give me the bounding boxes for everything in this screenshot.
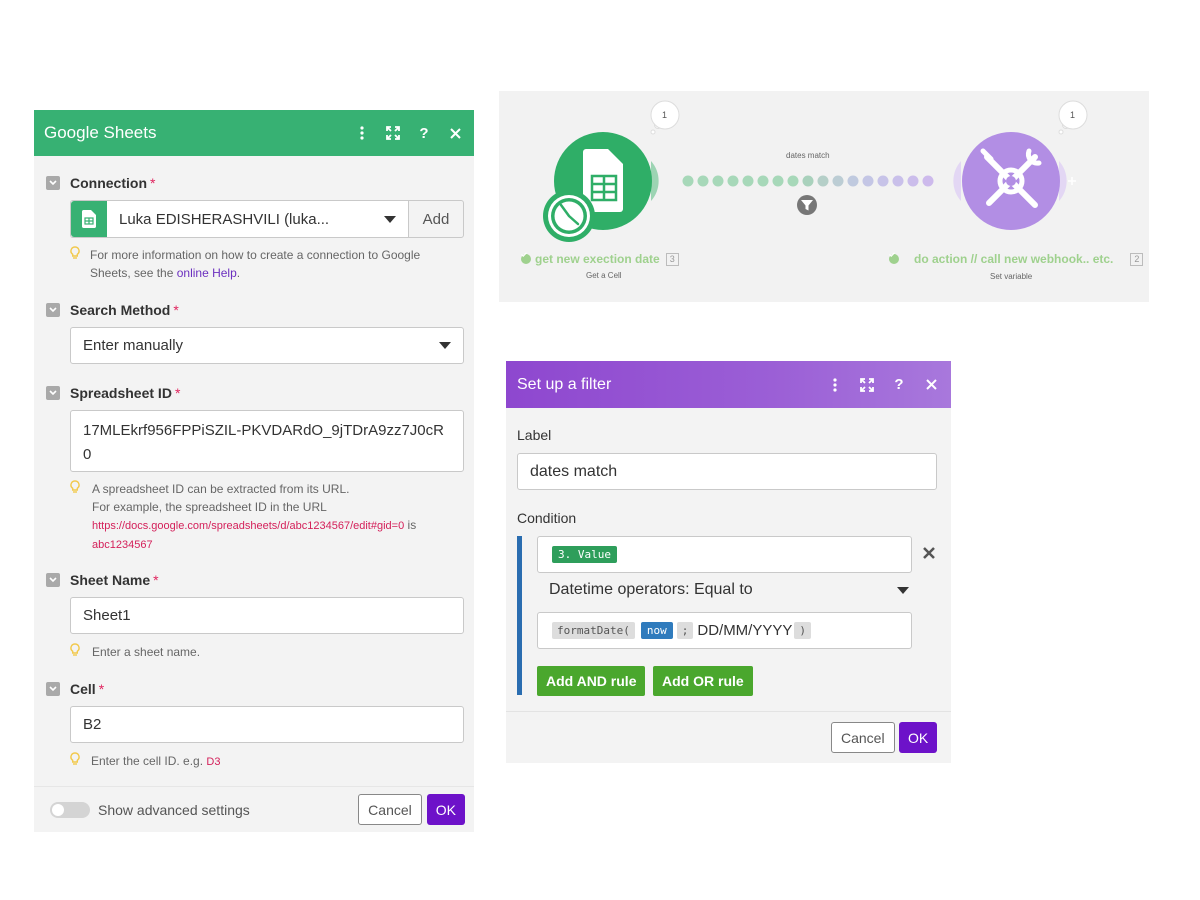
lightbulb-icon xyxy=(70,246,80,259)
search-method-select[interactable]: Enter manually xyxy=(70,327,464,364)
cell-hint: Enter the cell ID. e.g. D3 xyxy=(70,752,460,771)
more-vertical-icon[interactable] xyxy=(353,124,371,142)
lightbulb-icon xyxy=(70,480,80,493)
close-paren-pill[interactable]: ) xyxy=(794,622,811,639)
add-and-rule-button[interactable]: Add AND rule xyxy=(537,666,646,696)
collapse-checkbox-icon[interactable] xyxy=(46,573,60,587)
panel-footer: Show advanced settings Cancel OK xyxy=(34,786,474,832)
mapped-value-pill[interactable]: 3. Value xyxy=(552,546,617,563)
ok-button[interactable]: OK xyxy=(426,794,465,825)
cell-section-label[interactable]: Cell * xyxy=(46,681,104,697)
example-id: abc1234567 xyxy=(92,539,153,551)
lightbulb-icon xyxy=(70,643,80,656)
help-icon[interactable]: ? xyxy=(890,376,908,394)
panel-header: Google Sheets ? xyxy=(34,110,474,156)
chevron-down-icon xyxy=(897,586,909,594)
add-connection-button[interactable]: Add xyxy=(408,200,464,238)
spreadsheet-id-hint: A spreadsheet ID can be extracted from i… xyxy=(70,480,460,554)
close-icon[interactable] xyxy=(922,376,940,394)
example-url: https://docs.google.com/spreadsheets/d/a… xyxy=(92,520,405,532)
spreadsheet-id-section-label[interactable]: Spreadsheet ID * xyxy=(46,385,180,401)
now-variable-pill[interactable]: now xyxy=(640,622,673,639)
filter-label-input[interactable]: dates match xyxy=(517,453,937,490)
function-pill[interactable]: formatDate( xyxy=(552,622,635,639)
remove-condition-icon[interactable] xyxy=(921,545,937,561)
google-sheets-panel: Google Sheets ? Connection * Luka EDISHE… xyxy=(34,110,474,832)
filter-panel: Set up a filter ? Label dates match Cond… xyxy=(506,361,951,763)
filter-title: Set up a filter xyxy=(517,375,612,393)
collapse-checkbox-icon[interactable] xyxy=(46,682,60,696)
condition-group-bar xyxy=(517,536,522,695)
search-method-section-label[interactable]: Search Method * xyxy=(46,302,179,318)
module1-subtitle: Get a Cell xyxy=(586,271,622,280)
module2-subtitle: Set variable xyxy=(990,272,1033,281)
route-dots[interactable] xyxy=(682,175,934,187)
module1-bubble-count: 1 xyxy=(662,110,668,120)
help-icon[interactable]: ? xyxy=(415,124,433,142)
connection-select[interactable]: Luka EDISHERASHVILI (luka... Add xyxy=(70,200,464,238)
collapse-checkbox-icon[interactable] xyxy=(46,176,60,190)
expand-icon[interactable] xyxy=(858,376,876,394)
scenario-canvas: 1 1 dates match get new exection date 3 … xyxy=(499,91,1149,302)
module-google-sheets[interactable] xyxy=(543,100,680,242)
condition-operand2-input[interactable]: formatDate( now ; DD/MM/YYYY ) xyxy=(537,612,912,649)
cancel-button[interactable]: Cancel xyxy=(831,722,895,753)
cancel-button[interactable]: Cancel xyxy=(358,794,422,825)
connection-dropdown[interactable]: Luka EDISHERASHVILI (luka... xyxy=(70,200,408,238)
condition-caption: Condition xyxy=(517,510,577,526)
connection-hint: For more information on how to create a … xyxy=(70,246,460,282)
route-label: dates match xyxy=(786,151,830,160)
operator-select[interactable]: Datetime operators: Equal to xyxy=(549,581,909,599)
add-module-icon[interactable] xyxy=(1068,177,1076,185)
filter-footer: Cancel OK xyxy=(506,711,951,763)
label-caption: Label xyxy=(517,427,552,443)
panel-title: Google Sheets xyxy=(44,123,157,142)
module-set-variable[interactable] xyxy=(953,100,1088,230)
date-format-text: DD/MM/YYYY xyxy=(697,622,793,639)
check-icon xyxy=(889,252,899,264)
sheet-name-hint: Enter a sheet name. xyxy=(70,643,460,661)
separator-pill[interactable]: ; xyxy=(676,622,694,639)
lightbulb-icon xyxy=(70,752,80,765)
check-icon xyxy=(521,252,531,264)
condition-operand1-input[interactable]: 3. Value xyxy=(537,536,912,573)
chevron-down-icon xyxy=(384,215,396,223)
close-icon[interactable] xyxy=(446,124,464,142)
collapse-checkbox-icon[interactable] xyxy=(46,386,60,400)
filter-icon[interactable] xyxy=(797,195,817,215)
connection-value: Luka EDISHERASHVILI (luka... xyxy=(119,210,330,228)
module2-bubble-count: 1 xyxy=(1070,110,1076,120)
collapse-checkbox-icon[interactable] xyxy=(46,303,60,317)
sheet-name-section-label[interactable]: Sheet Name * xyxy=(46,572,159,588)
advanced-settings-label[interactable]: Show advanced settings xyxy=(98,802,358,818)
cell-input[interactable]: B2 xyxy=(70,706,464,743)
module2-title[interactable]: do action // call new webhook.. etc. 2 xyxy=(889,252,1144,266)
connection-section-label[interactable]: Connection * xyxy=(46,175,155,191)
clock-trigger-icon xyxy=(543,190,595,242)
sheet-name-input[interactable]: Sheet1 xyxy=(70,597,464,634)
more-vertical-icon[interactable] xyxy=(826,376,844,394)
chevron-down-icon xyxy=(439,342,451,349)
expand-icon[interactable] xyxy=(384,124,402,142)
google-sheets-icon xyxy=(71,201,107,237)
add-or-rule-button[interactable]: Add OR rule xyxy=(653,666,753,696)
module1-title[interactable]: get new exection date 3 xyxy=(521,252,679,266)
ok-button[interactable]: OK xyxy=(899,722,938,753)
filter-header: Set up a filter ? xyxy=(506,361,951,408)
online-help-link[interactable]: online Help xyxy=(177,266,237,280)
spreadsheet-id-input[interactable]: 17MLEkrf956FPPiSZIL-PKVDARdO_9jTDrA9zz7J… xyxy=(70,410,464,472)
advanced-settings-toggle[interactable] xyxy=(50,801,90,818)
